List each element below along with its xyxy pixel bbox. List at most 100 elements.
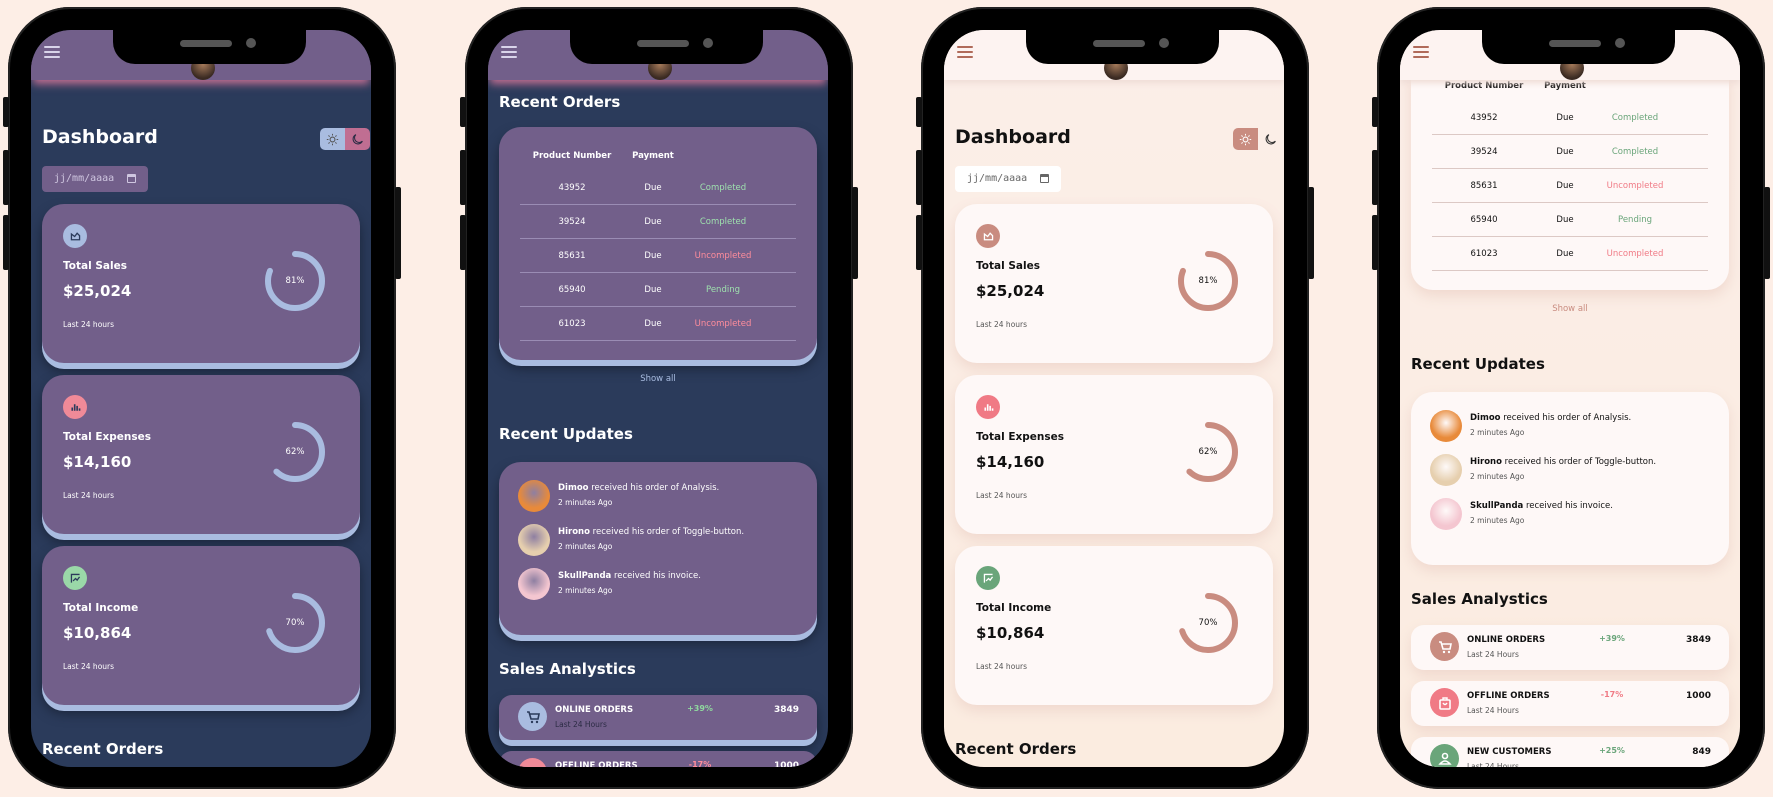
calendar-icon[interactable] — [1040, 174, 1049, 183]
analytics-item[interactable]: ONLINE ORDERS Last 24 Hours +39% 3849 — [499, 695, 817, 740]
mute-button — [916, 97, 922, 127]
hamburger-icon[interactable] — [1413, 46, 1429, 58]
analytics-item[interactable]: OFFLINE ORDERSLast 24 Hours-17%1000 — [1411, 681, 1729, 726]
table-row[interactable]: 61023 Due Uncompleted — [1432, 237, 1708, 271]
date-placeholder: jj/mm/aaaa — [54, 173, 115, 184]
sales-analytics-heading: Sales Analystics — [1411, 590, 1548, 608]
analytics-change: -17% — [688, 760, 712, 767]
table-row[interactable]: 65940 Due Pending — [520, 273, 796, 307]
payment-status: Due — [1556, 248, 1574, 259]
table-row[interactable]: 61023 Due Uncompleted — [520, 307, 796, 341]
update-message: received his invoice. — [611, 571, 701, 581]
card-icon-badge — [63, 395, 87, 419]
stock-icon — [70, 573, 80, 583]
table-row[interactable]: 65940 Due Pending — [1432, 203, 1708, 237]
order-status: Uncompleted — [694, 318, 752, 329]
order-status: Completed — [1611, 146, 1659, 157]
order-status: Pending — [706, 284, 740, 295]
user-avatar — [1430, 410, 1462, 442]
update-time: 2 minutes Ago — [558, 498, 613, 507]
hamburger-icon[interactable] — [957, 46, 973, 58]
mute-button — [3, 97, 9, 127]
power-button — [852, 187, 858, 279]
mute-button — [1372, 97, 1378, 127]
card-subtitle: Last 24 hours — [63, 491, 115, 500]
phone-notch — [1482, 30, 1675, 64]
hamburger-icon[interactable] — [501, 46, 517, 58]
card-label: Total Income — [63, 602, 139, 614]
summary-card: Total Expenses $14,160 Last 24 hours 62% — [42, 375, 360, 534]
table-row[interactable]: 43952 Due Completed — [520, 171, 796, 205]
light-mode-option[interactable] — [320, 128, 345, 150]
progress-ring: 70% — [1175, 590, 1241, 656]
update-time: 2 minutes Ago — [558, 542, 613, 551]
product-number: 43952 — [558, 182, 586, 193]
table-row[interactable]: 39524 Due Completed — [1432, 135, 1708, 169]
user-name: Hirono — [558, 527, 590, 537]
date-input[interactable]: jj/mm/aaaa — [42, 166, 148, 192]
analytics-change: -17% — [1600, 690, 1624, 699]
order-status: Completed — [699, 216, 747, 227]
table-row[interactable]: 85631 Due Uncompleted — [520, 239, 796, 273]
card-label: Total Income — [976, 602, 1052, 614]
show-all-link[interactable]: Show all — [1400, 304, 1740, 314]
update-item: SkullPanda received his invoice. 2 minute… — [1430, 498, 1720, 532]
phone-screen: Recent Orders Product Number Payment 43952 D… — [488, 30, 828, 767]
user-name: Hirono — [1470, 457, 1502, 467]
date-input[interactable]: jj/mm/aaaa — [955, 166, 1061, 192]
page-title: Dashboard — [955, 126, 1071, 148]
analytics-item[interactable]: NEW CUSTOMERS Last 24 Hours +25% 849 — [1411, 737, 1729, 767]
payment-status: Due — [644, 216, 662, 227]
calendar-icon[interactable] — [127, 174, 136, 183]
payment-status: Due — [644, 318, 662, 329]
table-header: Product Number Payment — [1432, 79, 1708, 93]
volume-up-button — [916, 150, 922, 205]
analytics-item[interactable]: ONLINE ORDERS Last 24 Hours +39% 3849 — [1411, 625, 1729, 670]
progress-percent: 81% — [285, 276, 305, 286]
payment-status: Due — [644, 284, 662, 295]
theme-toggle[interactable] — [1233, 128, 1283, 150]
product-number: 43952 — [1470, 112, 1498, 123]
user-name: SkullPanda — [558, 571, 612, 581]
summary-card: Total Income $10,864 Last 24 hours 70% — [955, 546, 1273, 705]
dark-mode-option[interactable] — [345, 128, 370, 150]
update-item: Hirono received his order of Toggle-butt… — [518, 524, 808, 558]
light-mode-option[interactable] — [1233, 128, 1258, 150]
summary-card: Total Expenses $14,160 Last 24 hours 62% — [955, 375, 1273, 534]
cart-icon — [1438, 640, 1452, 653]
bar-chart-icon — [70, 403, 80, 411]
progress-ring: 81% — [262, 248, 328, 314]
product-number: 39524 — [1470, 146, 1498, 157]
show-all-link[interactable]: Show all — [488, 374, 828, 384]
product-number: 61023 — [558, 318, 586, 329]
payment-status: Due — [1556, 112, 1574, 123]
order-status: Pending — [1618, 214, 1652, 225]
order-status: Uncompleted — [1606, 248, 1664, 259]
update-text: Dimoo received his order of Analysis. — [558, 483, 719, 493]
user-avatar — [1430, 498, 1462, 530]
dark-mode-option[interactable] — [1258, 128, 1283, 150]
update-item: SkullPanda received his invoice. 2 minute… — [518, 568, 808, 602]
order-status: Uncompleted — [694, 250, 752, 261]
product-number: 85631 — [558, 250, 586, 261]
analytics-item[interactable]: OFFLINE ORDERSLast 24 Hours-17%1000 — [499, 751, 817, 767]
payment-status: Due — [644, 250, 662, 261]
table-row[interactable]: 39524 Due Completed — [520, 205, 796, 239]
product-number: 65940 — [558, 284, 586, 295]
card-label: Total Expenses — [63, 431, 152, 443]
analytics-name: OFFLINE ORDERS — [1467, 691, 1550, 701]
volume-up-button — [460, 150, 466, 205]
volume-down-button — [1372, 215, 1378, 270]
volume-down-button — [460, 215, 466, 270]
table-row[interactable]: 85631 Due Uncompleted — [1432, 169, 1708, 203]
product-number: 85631 — [1470, 180, 1498, 191]
hamburger-icon[interactable] — [44, 46, 60, 58]
chart-area-icon — [983, 231, 993, 240]
volume-up-button — [1372, 150, 1378, 205]
analytics-value: 3849 — [1685, 635, 1711, 645]
user-name: SkullPanda — [1470, 501, 1524, 511]
analytics-value: 849 — [1692, 747, 1711, 757]
phone-mockup: Recent OrdersProduct NumberPayment43952D… — [1372, 7, 1770, 789]
theme-toggle[interactable] — [320, 128, 370, 150]
table-row[interactable]: 43952 Due Completed — [1432, 101, 1708, 135]
